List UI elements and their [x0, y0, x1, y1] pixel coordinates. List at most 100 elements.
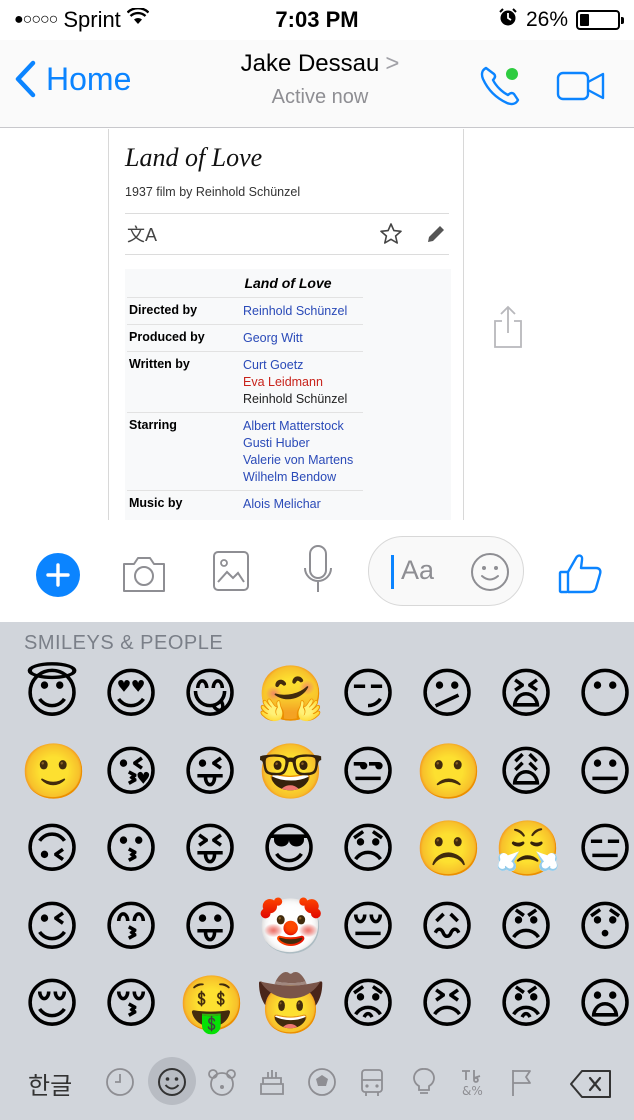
- emoji-key[interactable]: 😙: [99, 895, 163, 959]
- infobox-values: Curt Goetz Eva Leidmann Reinhold Schünzel: [243, 357, 347, 408]
- emoji-key[interactable]: 😦: [573, 972, 634, 1036]
- contact-name-row: Jake Dessau >: [180, 50, 460, 78]
- svg-text:&%: &%: [462, 1084, 483, 1098]
- emoji-key[interactable]: 😜: [178, 740, 242, 804]
- travel-icon[interactable]: [356, 1066, 388, 1098]
- edit-pencil-icon[interactable]: [425, 223, 447, 245]
- contact-info[interactable]: Jake Dessau > Active now: [180, 50, 460, 109]
- share-button[interactable]: [492, 305, 524, 354]
- infobox-key: Produced by: [129, 330, 205, 344]
- emoji-key[interactable]: 🤑: [178, 972, 245, 1036]
- emoji-key[interactable]: 😎: [257, 817, 321, 881]
- emoji-key[interactable]: 😖: [415, 895, 479, 959]
- like-button[interactable]: [556, 550, 604, 601]
- recent-icon[interactable]: [104, 1066, 136, 1098]
- message-composer: Aa: [0, 520, 634, 622]
- emoji-key[interactable]: 🤓: [257, 740, 324, 804]
- infobox-key: Written by: [129, 357, 190, 371]
- backspace-icon: [570, 1070, 611, 1098]
- objects-icon[interactable]: [408, 1066, 440, 1098]
- emoji-key[interactable]: 😟: [336, 972, 400, 1036]
- wifi-icon: [126, 7, 150, 32]
- chevron-right-icon: >: [385, 50, 400, 77]
- article-tools-right: [379, 222, 447, 246]
- microphone-icon: [304, 545, 332, 592]
- voice-record-button[interactable]: [302, 544, 334, 601]
- contact-status: Active now: [271, 86, 369, 108]
- camera-button[interactable]: [120, 554, 168, 599]
- emoji-key[interactable]: 😣: [415, 972, 479, 1036]
- emoji-key[interactable]: 😋: [178, 662, 242, 726]
- food-icon[interactable]: [256, 1066, 288, 1098]
- message-input[interactable]: Aa: [368, 536, 524, 606]
- emoji-key[interactable]: 😗: [99, 817, 163, 881]
- smileys-icon[interactable]: [156, 1066, 188, 1098]
- emoji-key[interactable]: 🙁: [415, 740, 482, 804]
- translate-icon[interactable]: 文A: [127, 221, 157, 247]
- infobox-row: Directed by Reinhold Schünzel: [127, 297, 363, 324]
- emoji-key[interactable]: 😑: [573, 817, 634, 881]
- infobox-link[interactable]: Albert Matterstock: [243, 418, 353, 435]
- animals-icon[interactable]: [206, 1066, 238, 1098]
- emoji-key[interactable]: 😌: [20, 972, 84, 1036]
- emoji-key[interactable]: 😩: [494, 740, 558, 804]
- emoji-key[interactable]: 😔: [336, 895, 400, 959]
- alarm-icon: [498, 7, 518, 33]
- infobox-link[interactable]: Alois Melichar: [243, 496, 321, 513]
- more-actions-button[interactable]: [36, 553, 80, 597]
- infobox-values: Albert Matterstock Gusti Huber Valerie von…: [243, 418, 353, 486]
- emoji-key[interactable]: 😯: [573, 895, 634, 959]
- emoji-key[interactable]: 😐: [573, 740, 634, 804]
- emoji-toggle-button[interactable]: [469, 551, 511, 598]
- emoji-key[interactable]: 😏: [336, 662, 400, 726]
- emoji-key[interactable]: 😕: [415, 662, 479, 726]
- emoji-key[interactable]: 🤗: [257, 662, 324, 726]
- emoji-key[interactable]: 😉: [20, 895, 84, 959]
- emoji-key[interactable]: 🤠: [257, 972, 324, 1036]
- infobox-values: Georg Witt: [243, 330, 303, 347]
- emoji-key[interactable]: 🙃: [20, 817, 84, 881]
- infobox-link[interactable]: Curt Goetz: [243, 357, 347, 374]
- emoji-key[interactable]: 😝: [178, 817, 242, 881]
- emoji-key[interactable]: 😍: [99, 662, 163, 726]
- article-title: Land of Love: [125, 143, 263, 172]
- emoji-key[interactable]: 😒: [336, 740, 400, 804]
- emoji-key[interactable]: 🙂: [20, 740, 87, 804]
- activity-icon[interactable]: [306, 1066, 338, 1098]
- emoji-key[interactable]: 🤡: [257, 895, 324, 959]
- emoji-key[interactable]: 😶: [573, 662, 634, 726]
- delete-key[interactable]: [568, 1068, 614, 1105]
- gallery-button[interactable]: [212, 550, 250, 597]
- smiley-icon: [471, 553, 509, 591]
- emoji-key[interactable]: 😤: [494, 817, 561, 881]
- infobox-link[interactable]: Georg Witt: [243, 330, 303, 347]
- message-thread: Land of Love 1937 film by Reinhold Schün…: [0, 129, 634, 520]
- star-icon[interactable]: [379, 222, 403, 246]
- emoji-key[interactable]: 😘: [99, 740, 163, 804]
- back-label: Home: [46, 60, 132, 97]
- emoji-key[interactable]: 😡: [494, 972, 558, 1036]
- contact-name: Jake Dessau: [240, 50, 380, 77]
- infobox-link[interactable]: Eva Leidmann: [243, 374, 347, 391]
- emoji-key[interactable]: ☹️: [415, 817, 482, 881]
- language-switch-key[interactable]: 한글: [28, 1066, 72, 1101]
- emoji-key[interactable]: 😇: [20, 662, 84, 726]
- symbols-icon[interactable]: &%: [456, 1066, 488, 1098]
- emoji-key[interactable]: 😚: [99, 972, 163, 1036]
- emoji-key[interactable]: 😛: [178, 895, 242, 959]
- flags-icon[interactable]: [506, 1066, 538, 1098]
- back-button[interactable]: Home: [14, 60, 131, 98]
- emoji-key[interactable]: 😞: [336, 817, 400, 881]
- status-left: ●○○○○ Sprint: [14, 7, 234, 33]
- infobox-link[interactable]: Gusti Huber: [243, 435, 353, 452]
- video-call-button[interactable]: [556, 70, 606, 107]
- message-placeholder: Aa: [401, 555, 435, 585]
- emoji-key[interactable]: 😫: [494, 662, 558, 726]
- infobox-link[interactable]: Reinhold Schünzel: [243, 303, 347, 320]
- infobox: Land of Love Directed by Reinhold Schünze…: [125, 269, 451, 520]
- emoji-key[interactable]: 😠: [494, 895, 558, 959]
- infobox-link[interactable]: Wilhelm Bendow: [243, 469, 353, 486]
- voice-call-button[interactable]: [478, 62, 526, 113]
- infobox-link[interactable]: Valerie von Martens: [243, 452, 353, 469]
- shared-article-card[interactable]: Land of Love 1937 film by Reinhold Schün…: [108, 129, 464, 520]
